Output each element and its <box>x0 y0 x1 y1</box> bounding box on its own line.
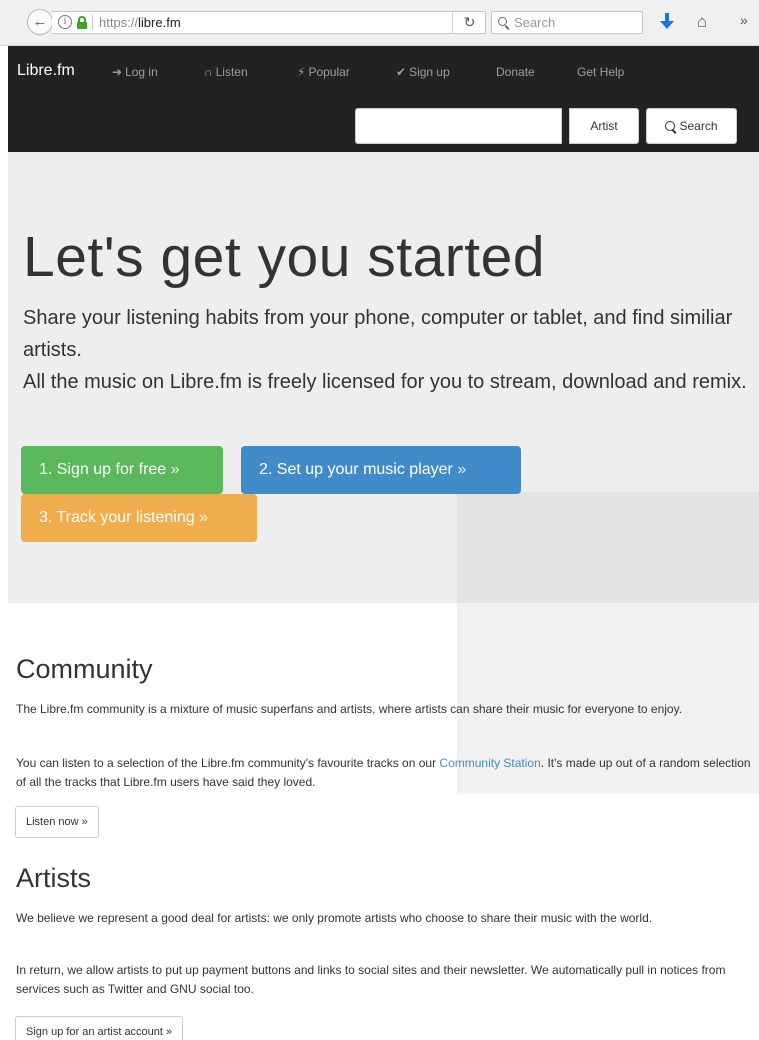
artist-signup-button[interactable]: Sign up for an artist account » <box>15 1016 184 1040</box>
url-separator <box>92 15 93 30</box>
url-host: libre.fm <box>138 15 181 30</box>
nav-signup[interactable]: ✔ Sign up <box>396 65 450 79</box>
flash-icon: ⚡︎ <box>297 65 306 79</box>
raquo-glyph: » <box>199 509 208 526</box>
community-paragraph-1: The Libre.fm community is a mixture of m… <box>16 702 683 716</box>
nav-donate[interactable]: Donate <box>496 65 535 79</box>
artist-dropdown-button[interactable]: Artist <box>569 108 639 144</box>
nav-get-help[interactable]: Get Help <box>577 65 624 79</box>
url-text[interactable]: https://libre.fm <box>99 15 181 30</box>
community-station-link[interactable]: Community Station <box>439 756 540 770</box>
community-paragraph-2: You can listen to a selection of the Lib… <box>16 754 759 792</box>
background-shade <box>457 492 759 794</box>
info-icon[interactable]: i <box>58 15 72 29</box>
back-arrow-icon[interactable]: ← <box>27 9 53 35</box>
hero-line-2: All the music on Libre.fm is freely lice… <box>23 371 747 393</box>
hero-title: Let's get you started <box>23 225 546 289</box>
download-icon[interactable] <box>659 13 675 31</box>
setup-player-label: 2. Set up your music player <box>259 461 453 478</box>
site-search-label: Search <box>679 119 718 133</box>
nav-login-label: Log in <box>125 65 158 79</box>
login-icon: ➜ <box>112 65 123 79</box>
check-icon: ✔ <box>396 65 407 79</box>
nav-listen[interactable]: ∩ Listen <box>204 65 248 79</box>
search-icon <box>665 121 676 131</box>
browser-search-input[interactable]: Search <box>491 11 643 34</box>
reload-icon[interactable]: ↻ <box>452 11 486 34</box>
brand-logo[interactable]: Libre.fm <box>17 62 75 80</box>
search-icon <box>498 17 507 26</box>
overflow-icon[interactable]: » <box>740 12 748 28</box>
browser-search-placeholder: Search <box>514 15 556 30</box>
raquo-glyph: » <box>457 461 467 478</box>
nav-login[interactable]: ➜ Log in <box>112 65 158 79</box>
url-bar[interactable]: i https://libre.fm <box>52 11 486 34</box>
hero-line-1: Share your listening habits from your ph… <box>23 307 733 361</box>
raquo-glyph: » <box>170 461 180 478</box>
nav-signup-label: Sign up <box>409 65 450 79</box>
home-icon[interactable]: ⌂ <box>697 12 707 32</box>
signup-free-button[interactable]: 1. Sign up for free » <box>21 446 223 494</box>
site-navbar: Libre.fm ➜ Log in ∩ Listen ⚡︎ Popular ✔ Sign… <box>8 46 759 152</box>
url-prefix: https:// <box>99 15 139 30</box>
listen-now-button[interactable]: Listen now » <box>15 806 99 838</box>
lock-icon[interactable] <box>77 16 87 29</box>
browser-toolbar: ← i https://libre.fm ↻ Search ⌂ » <box>0 0 759 46</box>
nav-listen-label: Listen <box>215 65 248 79</box>
headphones-icon: ∩ <box>204 65 213 79</box>
track-listening-button[interactable]: 3. Track your listening » <box>21 494 257 542</box>
nav-popular-label: Popular <box>308 65 350 79</box>
setup-player-button[interactable]: 2. Set up your music player » <box>241 446 521 494</box>
community-heading: Community <box>16 654 153 684</box>
nav-popular[interactable]: ⚡︎ Popular <box>297 65 350 79</box>
hero-text: Share your listening habits from your ph… <box>23 302 753 398</box>
site-search-input[interactable] <box>355 108 562 144</box>
artists-paragraph-1: We believe we represent a good deal for … <box>16 911 653 925</box>
track-listening-label: 3. Track your listening <box>39 509 195 526</box>
community-text-before: You can listen to a selection of the Lib… <box>16 756 440 770</box>
site-search-button[interactable]: Search <box>646 108 737 144</box>
signup-free-label: 1. Sign up for free <box>39 461 167 478</box>
artists-heading: Artists <box>16 863 92 893</box>
artists-paragraph-2: In return, we allow artists to put up pa… <box>16 963 726 996</box>
